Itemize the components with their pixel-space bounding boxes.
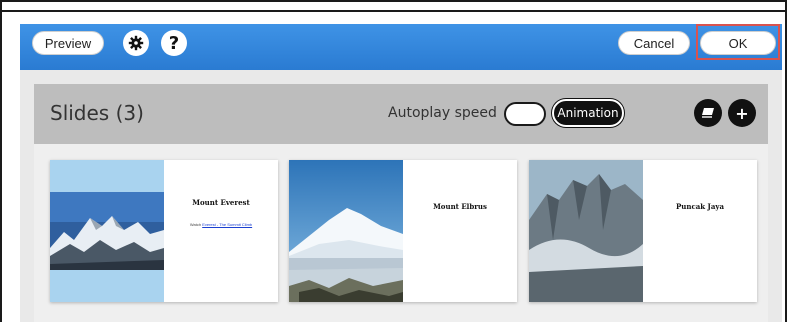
slide-thumbnail: [50, 160, 164, 302]
question-icon: ?: [168, 32, 180, 54]
dialog-toolbar: Preview ? Cancel OK: [20, 24, 782, 70]
slide-thumbnail: [289, 160, 403, 302]
slide-link-prefix: Watch: [189, 222, 202, 227]
slide-card-everest[interactable]: Mount Everest Watch Everest - The Summit…: [50, 160, 278, 302]
settings-button[interactable]: [123, 30, 149, 56]
slides-title: Slides (3): [50, 101, 144, 125]
cancel-button[interactable]: Cancel: [618, 31, 690, 55]
duplicate-slide-button[interactable]: [694, 99, 722, 127]
everest-image: [50, 160, 164, 302]
animation-button[interactable]: Animation: [552, 99, 624, 127]
slides-panel: Slides (3) Autoplay speed Animation + Mo…: [34, 84, 768, 322]
slide-card-elbrus[interactable]: Mount Elbrus: [289, 160, 517, 302]
slides-header: Slides (3) Autoplay speed Animation +: [34, 84, 768, 144]
slide-title: Puncak Jaya: [676, 202, 724, 211]
layers-icon: [702, 108, 714, 118]
autoplay-toggle[interactable]: [504, 102, 546, 126]
ok-highlight-box: [696, 24, 780, 60]
slide-thumbnail: [529, 160, 643, 302]
preview-button[interactable]: Preview: [32, 31, 104, 55]
slide-title: Mount Everest: [192, 198, 250, 207]
puncak-jaya-image: [529, 160, 643, 302]
slide-link: Watch Everest - The Summit Climb: [164, 222, 278, 227]
gear-icon: [128, 35, 144, 51]
plus-icon: +: [735, 103, 749, 123]
slide-card-puncak-jaya[interactable]: Puncak Jaya: [529, 160, 757, 302]
elbrus-image: [289, 160, 403, 302]
slide-link-anchor[interactable]: Everest - The Summit Climb: [202, 222, 252, 227]
slide-title: Mount Elbrus: [433, 202, 487, 211]
autoplay-speed-label: Autoplay speed: [388, 105, 497, 121]
help-button[interactable]: ?: [161, 30, 187, 56]
frame-divider: [0, 10, 787, 12]
add-slide-button[interactable]: +: [728, 99, 756, 127]
slides-list: Mount Everest Watch Everest - The Summit…: [34, 144, 768, 322]
slideshow-dialog: Preview ? Cancel OK Slides (3) Autoplay …: [20, 24, 782, 322]
